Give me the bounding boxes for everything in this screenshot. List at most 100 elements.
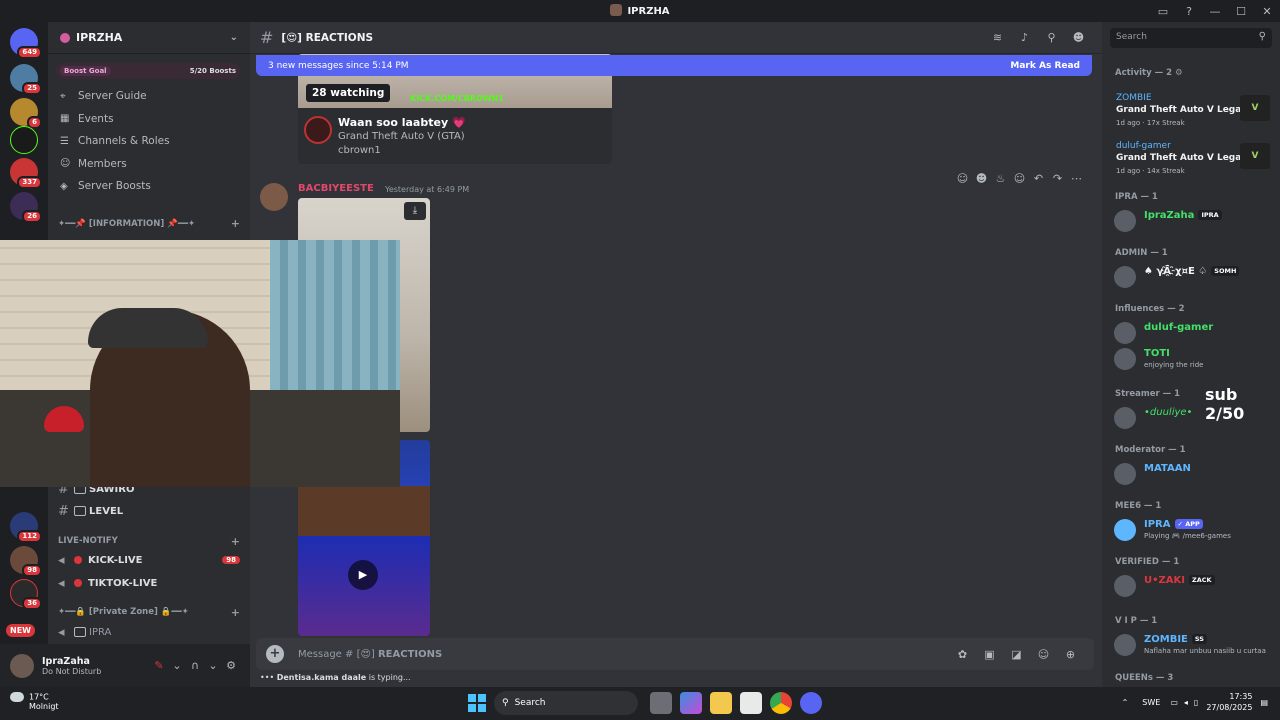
- channel-ipra[interactable]: ◂ IPRA: [48, 621, 250, 643]
- member-tag: IPRA: [1198, 210, 1222, 220]
- boost-goal[interactable]: Boost Goal 5/20 Boosts: [56, 63, 240, 79]
- chevron-up-icon[interactable]: ⌃: [1122, 698, 1129, 707]
- weather-widget[interactable]: 17°C Molnigt: [10, 692, 59, 711]
- server-icon[interactable]: 337: [10, 158, 42, 189]
- server-icon[interactable]: [10, 126, 38, 154]
- chevron-down-icon[interactable]: ⌄: [230, 32, 238, 43]
- placeholder-channel: REACTIONS: [377, 648, 443, 660]
- home-button[interactable]: 649: [10, 28, 42, 59]
- new-badge[interactable]: NEW: [6, 624, 35, 637]
- avatar[interactable]: [10, 653, 34, 678]
- server-icon[interactable]: 36: [10, 579, 42, 610]
- menu-events[interactable]: ▦ Events: [48, 108, 250, 131]
- task-view-icon[interactable]: [650, 692, 672, 714]
- server-icon[interactable]: 98: [10, 546, 42, 577]
- member-row[interactable]: IpraZaha IPRA: [1112, 208, 1278, 232]
- new-messages-bar[interactable]: 3 new messages since 5:14 PM Mark As Rea…: [256, 55, 1092, 76]
- add-channel-icon[interactable]: +: [231, 606, 240, 619]
- discord-icon[interactable]: [800, 692, 822, 714]
- headphones-icon[interactable]: ∩: [186, 659, 204, 672]
- mute-mic-icon[interactable]: ✎: [150, 659, 168, 672]
- gif-icon[interactable]: ▣: [976, 648, 1003, 661]
- more-options-icon[interactable]: ⋯: [1067, 172, 1086, 185]
- pin-icon[interactable]: ⚲: [1038, 31, 1065, 44]
- title-bar: IPRZHA ▭ ? — ☐ ✕: [0, 0, 1280, 22]
- menu-channels-roles[interactable]: ☰ Channels & Roles: [48, 130, 250, 153]
- download-icon[interactable]: ⤓: [404, 202, 426, 220]
- chrome-icon[interactable]: [770, 692, 792, 714]
- windows-start-icon[interactable]: [468, 694, 486, 712]
- network-icon[interactable]: ▭: [1170, 698, 1178, 707]
- maximize-button[interactable]: ☐: [1228, 0, 1254, 22]
- category-live-notify[interactable]: LIVE-NOTIFY +: [48, 531, 250, 551]
- battery-icon[interactable]: ▯: [1194, 698, 1198, 707]
- volume-icon[interactable]: ◂: [1184, 698, 1188, 707]
- reply-icon[interactable]: ↶: [1029, 172, 1048, 185]
- member-row[interactable]: TOTI enjoying the ride: [1112, 346, 1278, 370]
- server-icon[interactable]: 112: [10, 512, 42, 543]
- menu-server-guide[interactable]: ⌖ Server Guide: [48, 85, 250, 108]
- add-reaction-icon[interactable]: ☺: [1010, 172, 1029, 185]
- emoji-icon[interactable]: ☺: [1030, 648, 1057, 661]
- search-input[interactable]: Search ⚲: [1110, 28, 1272, 48]
- guild-header[interactable]: IPRZHA ⌄: [48, 22, 250, 54]
- activity-card[interactable]: duluf-gamer Grand Theft Auto V Legacy 1d…: [1112, 141, 1274, 187]
- message-input[interactable]: Message # [😍] REACTIONS: [298, 649, 442, 660]
- close-button[interactable]: ✕: [1254, 0, 1280, 22]
- member-row[interactable]: duluf-gamer: [1112, 320, 1278, 344]
- server-icon[interactable]: 25: [10, 64, 42, 95]
- activity-card[interactable]: ZOMBIE Grand Theft Auto V Legacy 1d ago …: [1112, 93, 1274, 139]
- threads-icon[interactable]: ≋: [984, 31, 1011, 44]
- reaction-emoji-icon[interactable]: ☻: [972, 172, 991, 185]
- member-list-icon[interactable]: ☻: [1065, 31, 1092, 44]
- category-private-zone[interactable]: ✦━━🔒 [Private Zone] 🔒━━✦ +: [48, 602, 250, 622]
- chevron-down-icon[interactable]: ⌄: [168, 659, 186, 672]
- member-row[interactable]: MATAAN: [1112, 461, 1278, 485]
- member-row[interactable]: ZOMBIE SS Naflaha mar unbuu nasiib u curta…: [1112, 632, 1278, 656]
- sticker-icon[interactable]: ◪: [1003, 648, 1030, 661]
- notification-bell-icon[interactable]: ♪: [1011, 31, 1038, 44]
- notifications-icon[interactable]: ▤: [1260, 698, 1268, 707]
- embed-user[interactable]: cbrown1: [338, 145, 381, 156]
- avatar[interactable]: [260, 183, 288, 211]
- language-indicator[interactable]: SWE: [1142, 698, 1160, 707]
- channel-level[interactable]: # LEVEL: [48, 500, 250, 522]
- gta-logo-icon: V: [1240, 143, 1270, 169]
- reaction-emoji-icon[interactable]: ☺: [953, 172, 972, 185]
- chevron-down-icon[interactable]: ⌄: [204, 659, 222, 672]
- channel-tiktok-live[interactable]: ◂ TIKTOK-LIVE: [48, 572, 250, 594]
- channel-kick-live[interactable]: ◂ KICK-LIVE 98: [48, 549, 250, 571]
- gear-icon[interactable]: ⚙: [222, 659, 240, 672]
- copilot-icon[interactable]: [680, 692, 702, 714]
- member-row[interactable]: ♠︎ γÃ҈χ¤E ♤ SOMH: [1112, 264, 1278, 288]
- add-channel-icon[interactable]: +: [231, 217, 240, 230]
- file-explorer-icon[interactable]: [710, 692, 732, 714]
- inbox-icon[interactable]: ▭: [1150, 0, 1176, 22]
- gift-icon[interactable]: ✿: [949, 648, 976, 661]
- forward-icon[interactable]: ↷: [1048, 172, 1067, 185]
- message-author[interactable]: BACBIYEESTE: [298, 183, 374, 194]
- mark-as-read-button[interactable]: Mark As Read: [1010, 61, 1080, 71]
- minimize-button[interactable]: —: [1202, 0, 1228, 22]
- member-row[interactable]: IPRA ✓ APP Playing 🎮 /mee6-games: [1112, 517, 1278, 541]
- category-information[interactable]: ✦━━📌 [INFORMATION] 📌━━✦ +: [48, 214, 250, 234]
- message-timestamp: Yesterday at 6:49 PM: [385, 185, 470, 194]
- store-icon[interactable]: [740, 692, 762, 714]
- clock[interactable]: 17:35 27/08/2025: [1206, 691, 1252, 713]
- help-icon[interactable]: ?: [1176, 0, 1202, 22]
- play-icon[interactable]: ▶: [348, 560, 378, 590]
- boost-icon: ◈: [60, 180, 68, 192]
- add-attachment-icon[interactable]: +: [266, 645, 284, 663]
- server-icon[interactable]: 6: [10, 98, 42, 129]
- embed-title[interactable]: Waan soo laabtey 💗: [338, 116, 466, 129]
- typing-suffix: is typing...: [368, 673, 411, 682]
- menu-members[interactable]: ☺ Members: [48, 153, 250, 176]
- reaction-emoji-icon[interactable]: ♨: [991, 172, 1010, 185]
- member-row[interactable]: U•ZAKI ZACK: [1112, 573, 1278, 597]
- add-channel-icon[interactable]: +: [231, 535, 240, 548]
- taskbar-search[interactable]: ⚲ Search: [494, 691, 638, 715]
- message-composer[interactable]: + Message # [😍] REACTIONS ✿ ▣ ◪ ☺ ⊕: [256, 638, 1094, 670]
- server-icon[interactable]: 26: [10, 192, 42, 223]
- menu-server-boosts[interactable]: ◈ Server Boosts: [48, 175, 250, 198]
- game-controller-icon[interactable]: ⊕: [1057, 648, 1084, 661]
